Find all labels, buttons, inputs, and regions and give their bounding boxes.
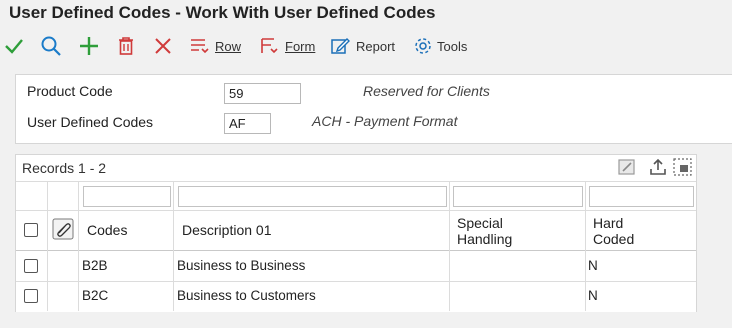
udc-description: ACH - Payment Format [312,113,458,129]
grid-divider [585,181,586,311]
qbe-codes-input[interactable] [83,186,171,207]
tools-menu-label: Tools [437,38,468,54]
grid-header-bar: Records 1 - 2 [16,155,696,181]
grid-divider [16,181,696,182]
title-bar: User Defined Codes - Work With User Defi… [0,0,732,30]
ok-button[interactable] [4,33,24,59]
page-title: User Defined Codes - Work With User Defi… [9,3,436,22]
delete-button[interactable] [116,33,136,59]
form-menu-button[interactable]: Form [259,33,315,59]
row-checkbox[interactable] [24,259,38,273]
qbe-hard-coded-input[interactable] [589,186,694,207]
column-header-hard-line1[interactable]: Hard [593,215,623,231]
maximize-grid-icon[interactable] [672,157,694,182]
report-menu-button[interactable]: Report [330,33,395,59]
column-header-description[interactable]: Description 01 [182,222,272,238]
header-panel: Product Code Reserved for Clients User D… [15,74,732,144]
toolbar: Row Form Report Tools [0,31,732,61]
search-icon [40,35,62,57]
row-checkbox[interactable] [24,289,38,303]
row-menu-icon [189,36,211,56]
tools-menu-button[interactable]: Tools [413,33,467,59]
cell-code: B2B [82,258,108,273]
find-button[interactable] [40,33,62,59]
form-menu-icon [259,36,281,56]
attachment-column-icon[interactable] [52,218,74,245]
udc-input[interactable] [224,113,271,134]
grid-panel: Records 1 - 2 Codes Description 01 Speci… [15,154,697,312]
cell-description: Business to Business [177,258,306,273]
table-row[interactable]: B2B Business to Business N [16,251,696,281]
table-row[interactable]: B2C Business to Customers N [16,282,696,312]
cancel-button[interactable] [153,33,173,59]
column-header-hard-line2[interactable]: Coded [593,231,634,247]
product-code-input[interactable] [224,83,301,104]
records-count: Records 1 - 2 [22,160,107,176]
cell-description: Business to Customers [177,288,316,303]
report-menu-label: Report [356,38,396,54]
grid-divider [16,210,696,211]
grid-divider [78,181,79,311]
product-code-label: Product Code [27,83,113,99]
row-menu-button[interactable]: Row [189,33,241,59]
cell-hard-coded: N [588,288,598,303]
grid-divider [173,181,174,311]
close-icon [153,36,173,56]
cell-code: B2C [82,288,109,303]
column-header-special-line1[interactable]: Special [457,215,503,231]
gear-icon [413,36,433,56]
qbe-special-handling-input[interactable] [453,186,583,207]
grid-divider [47,181,48,311]
checkmark-icon [4,36,24,56]
udc-label: User Defined Codes [27,114,154,130]
form-menu-label: Form [285,38,316,54]
product-code-description: Reserved for Clients [363,83,490,99]
grid-divider [449,181,450,311]
edit-grid-icon[interactable] [617,157,637,182]
column-header-codes[interactable]: Codes [87,222,127,238]
export-icon[interactable] [648,157,668,182]
cell-hard-coded: N [588,258,598,273]
row-menu-label: Row [215,38,242,54]
plus-icon [78,35,100,57]
column-header-special-line2[interactable]: Handling [457,231,512,247]
report-edit-icon [330,36,352,56]
select-all-checkbox[interactable] [24,223,38,237]
qbe-description-input[interactable] [178,186,447,207]
trash-icon [116,35,136,57]
add-button[interactable] [78,33,100,59]
